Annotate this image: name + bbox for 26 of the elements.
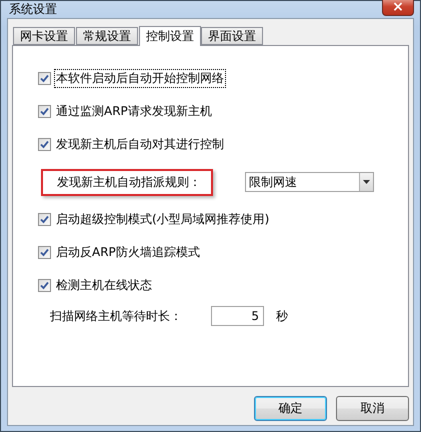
wait-time-label: 扫描网络主机等待时长： [50,308,182,324]
close-button[interactable]: × [382,0,414,16]
wait-time-field[interactable]: 5 [211,306,264,326]
checkbox-label: 本软件启动后自动开始控制网络 [54,69,226,88]
checkbox-label: 启动超级控制模式(小型局域网推荐使用) [55,211,270,228]
checkbox[interactable] [38,105,51,118]
tab[interactable]: 控制设置 [139,26,201,46]
rule-label: 发现新主机自动指派规则： [41,168,213,196]
checkbox-label: 检测主机在线状态 [55,277,153,294]
ok-button[interactable]: 确定 [254,396,327,421]
checkbox[interactable] [38,72,51,85]
checkbox[interactable] [38,138,51,151]
dropdown-value: 限制网速 [249,174,297,190]
checkbox-label: 通过监测ARP请求发现新主机 [55,103,213,120]
tab[interactable]: 网卡设置 [13,27,75,45]
unit-label: 秒 [276,308,288,324]
checkbox[interactable] [38,246,51,259]
tab[interactable]: 常规设置 [76,27,138,45]
checkbox[interactable] [38,213,51,226]
tab[interactable]: 界面设置 [201,27,263,45]
rule-dropdown[interactable]: 限制网速 [245,172,374,192]
checkbox-label: 发现新主机后自动对其进行控制 [55,136,225,153]
cancel-button[interactable]: 取消 [336,396,409,421]
window-title: 系统设置 [9,1,57,18]
checkbox-label: 启动反ARP防火墙追踪模式 [55,244,201,261]
checkbox[interactable] [38,279,51,292]
